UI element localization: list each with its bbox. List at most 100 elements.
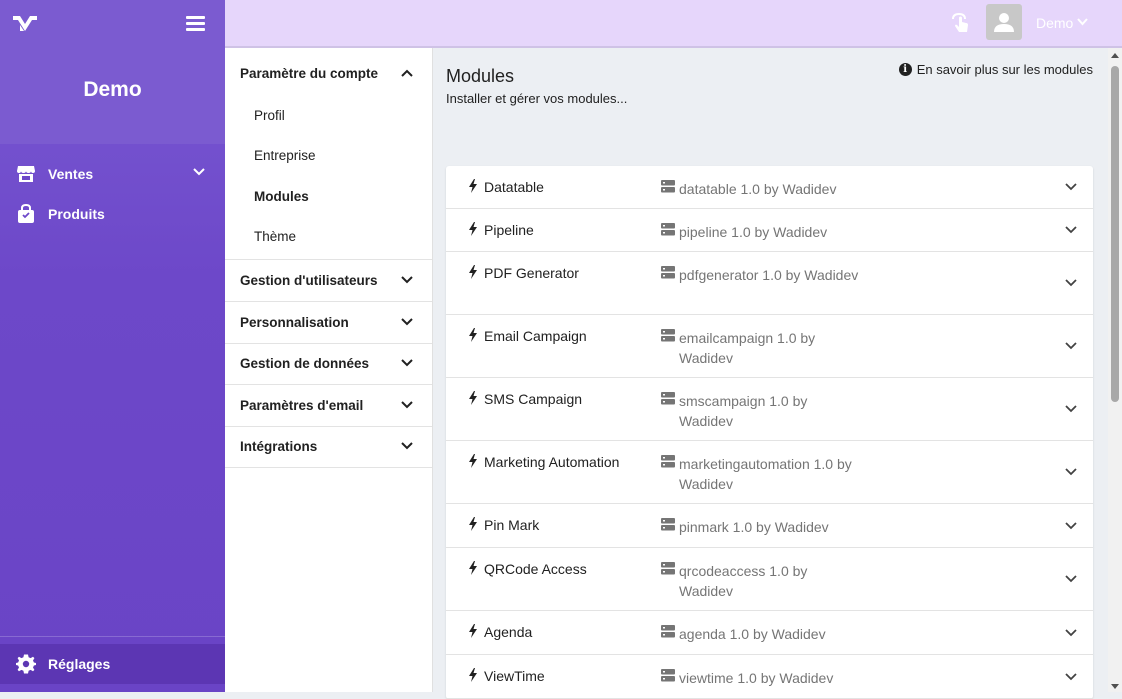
modules-list: Datatable datatable 1.0 by Wadidev Pipelin… (446, 166, 1093, 699)
main-content: Modules Installer et gérer vos modules..… (433, 48, 1108, 699)
nav-item-theme[interactable]: Thème (254, 229, 296, 244)
module-version: pdfgenerator 1.0 by Wadidev (679, 267, 859, 283)
chevron-down-icon (401, 442, 413, 450)
avatar[interactable] (986, 4, 1022, 40)
nav-section-integrations[interactable]: Intégrations (225, 426, 432, 468)
module-version: smscampaign 1.0 by Wadidev (679, 393, 808, 429)
menu-toggle-icon[interactable] (186, 16, 205, 31)
scroll-thumb[interactable] (1111, 66, 1119, 402)
nav-section-gestion-utilisateurs[interactable]: Gestion d'utilisateurs (225, 260, 432, 302)
bolt-icon (469, 179, 477, 193)
module-row[interactable]: Pipeline pipeline 1.0 by Wadidev (446, 209, 1093, 252)
user-name[interactable]: Demo (1036, 15, 1073, 31)
bolt-icon (469, 265, 477, 279)
expand-chevron-icon[interactable] (1065, 522, 1077, 530)
module-row[interactable]: Marketing Automation marketingautomation … (446, 441, 1093, 504)
bolt-icon (469, 391, 477, 405)
bolt-icon (469, 668, 477, 682)
bag-icon (16, 204, 36, 224)
learn-more-link[interactable]: i En savoir plus sur les modules (898, 62, 1093, 77)
chevron-down-icon (401, 318, 413, 326)
nav-section-gestion-donnees[interactable]: Gestion de données (225, 343, 432, 385)
module-name: ViewTime (484, 668, 545, 684)
chevron-down-icon[interactable] (1077, 18, 1088, 26)
scrollbar[interactable] (1108, 48, 1122, 692)
learn-more-label: En savoir plus sur les modules (916, 62, 1093, 77)
nav-section-parametres-email[interactable]: Paramètres d'email (225, 385, 432, 427)
scroll-down-arrow[interactable] (1111, 684, 1119, 689)
nav-section-parametre-du-compte[interactable]: Paramètre du compte (225, 53, 432, 94)
page-title: Modules (446, 66, 515, 86)
module-version: viewtime 1.0 by Wadidev (679, 670, 834, 686)
nav-section-label: Personnalisation (240, 315, 349, 330)
module-name: Pipeline (484, 222, 534, 238)
bolt-icon (469, 561, 477, 575)
nav-section-label: Gestion de données (240, 356, 370, 371)
expand-chevron-icon[interactable] (1065, 629, 1077, 637)
sidebar-item-label: Ventes (48, 166, 94, 182)
module-name: SMS Campaign (484, 391, 583, 407)
page-subtitle: Installer et gérer vos modules... (446, 91, 628, 106)
chevron-down-icon (401, 401, 413, 409)
touch-icon[interactable] (950, 11, 974, 35)
user-icon (994, 13, 1014, 32)
chevron-up-icon (401, 69, 413, 77)
topbar: Demo (225, 0, 1122, 48)
module-name: Email Campaign (484, 328, 587, 344)
bolt-icon (469, 222, 477, 236)
bolt-icon (469, 328, 477, 342)
nav-section-personnalisation[interactable]: Personnalisation (225, 302, 432, 344)
server-icon (661, 518, 675, 531)
expand-chevron-icon[interactable] (1065, 468, 1077, 476)
expand-chevron-icon[interactable] (1065, 279, 1077, 287)
module-version: emailcampaign 1.0 by Wadidev (679, 330, 816, 366)
module-row[interactable]: PDF Generator pdfgenerator 1.0 by Wadidev (446, 252, 1093, 315)
server-icon (661, 625, 675, 638)
server-icon (661, 392, 675, 405)
sidebar-item-ventes[interactable]: Ventes (0, 154, 225, 194)
expand-chevron-icon[interactable] (1065, 575, 1077, 583)
sidebar-item-reglages[interactable]: Réglages (0, 644, 225, 684)
sidebar-title: Demo (83, 78, 142, 101)
module-row[interactable]: Datatable datatable 1.0 by Wadidev (446, 166, 1093, 209)
nav-section-label: Paramètres d'email (240, 398, 364, 413)
module-name: QRCode Access (484, 561, 587, 577)
module-version: datatable 1.0 by Wadidev (679, 181, 837, 197)
bolt-icon (469, 454, 477, 468)
chevron-down-icon (193, 168, 205, 176)
module-row[interactable]: Pin Mark pinmark 1.0 by Wadidev (446, 504, 1093, 548)
nav-item-entreprise[interactable]: Entreprise (254, 148, 316, 163)
expand-chevron-icon[interactable] (1065, 673, 1077, 681)
server-icon (661, 223, 675, 236)
module-row[interactable]: Email Campaign emailcampaign 1.0 by Wadid… (446, 315, 1093, 378)
module-version: pinmark 1.0 by Wadidev (679, 519, 829, 535)
logo-icon[interactable] (12, 12, 38, 34)
nav-section-label: Intégrations (240, 439, 318, 454)
scroll-up-arrow[interactable] (1111, 53, 1119, 58)
sidebar-item-label: Réglages (48, 656, 111, 672)
settings-nav: Paramètre du compte Profil Entreprise Mo… (225, 48, 433, 692)
module-name: Agenda (484, 624, 533, 640)
module-row[interactable]: SMS Campaign smscampaign 1.0 by Wadidev (446, 378, 1093, 441)
module-row[interactable]: ViewTime viewtime 1.0 by Wadidev (446, 655, 1093, 699)
nav-item-modules[interactable]: Modules (254, 189, 309, 204)
expand-chevron-icon[interactable] (1065, 342, 1077, 350)
nav-item-profil[interactable]: Profil (254, 108, 285, 123)
sidebar-item-produits[interactable]: Produits (0, 194, 225, 234)
sidebar: Demo Ventes Produits Réglages (0, 0, 225, 692)
sidebar-item-label: Produits (48, 206, 105, 222)
module-version: pipeline 1.0 by Wadidev (679, 224, 828, 240)
module-row[interactable]: Agenda agenda 1.0 by Wadidev (446, 611, 1093, 655)
expand-chevron-icon[interactable] (1065, 226, 1077, 234)
info-icon: i (898, 63, 912, 76)
module-name: PDF Generator (484, 265, 579, 281)
expand-chevron-icon[interactable] (1065, 183, 1077, 191)
expand-chevron-icon[interactable] (1065, 405, 1077, 413)
module-version: qrcodeaccess 1.0 by Wadidev (679, 563, 808, 599)
nav-section-label: Paramètre du compte (240, 66, 379, 81)
module-name: Datatable (484, 179, 544, 195)
sidebar-header: Demo (0, 0, 225, 144)
nav-section-label: Gestion d'utilisateurs (240, 273, 378, 288)
module-row[interactable]: QRCode Access qrcodeaccess 1.0 by Wadidev (446, 548, 1093, 611)
server-icon (661, 455, 675, 468)
